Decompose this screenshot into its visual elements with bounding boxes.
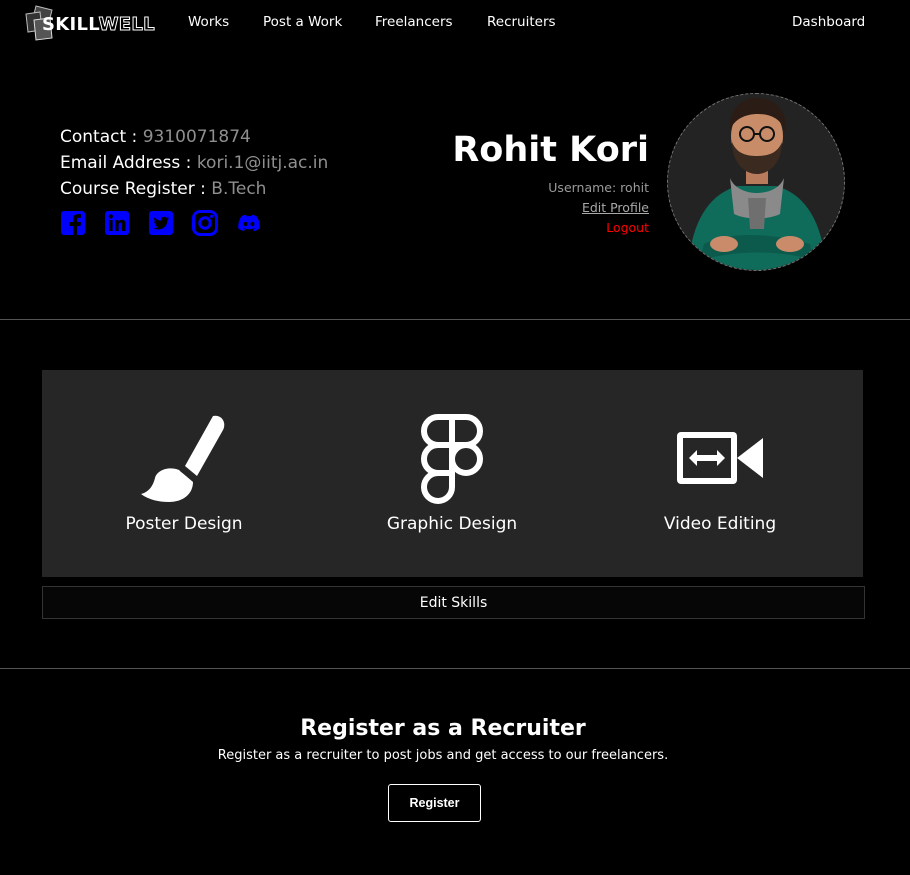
- skillwell-logo[interactable]: SKILLWELL: [22, 4, 156, 42]
- course-value: B.Tech: [211, 179, 267, 199]
- course-label: Course Register :: [60, 179, 206, 199]
- register-button[interactable]: Register: [388, 784, 481, 822]
- skill-label: Video Editing: [663, 514, 777, 534]
- discord-icon[interactable]: [236, 210, 262, 236]
- logout-link[interactable]: Logout: [606, 220, 649, 235]
- video-resize-icon: [677, 432, 763, 484]
- profile-username: Username: rohit: [548, 180, 649, 195]
- avatar-photo-icon: [668, 94, 844, 270]
- profile-name: Rohit Kori: [452, 130, 649, 170]
- contact-label: Contact :: [60, 127, 138, 147]
- email-value: kori.1@iitj.ac.in: [196, 153, 329, 173]
- nav-link-recruiters[interactable]: Recruiters: [487, 14, 556, 30]
- nav-link-works[interactable]: Works: [188, 14, 229, 30]
- profile-details: Contact : 9310071874 Email Address : kor…: [60, 124, 328, 202]
- nav-link-freelancers[interactable]: Freelancers: [375, 14, 453, 30]
- figma-icon: [421, 414, 483, 504]
- twitter-icon[interactable]: [148, 210, 174, 236]
- skills-panel: Poster Design Graphic Design Video Editi…: [42, 370, 863, 577]
- email-label: Email Address :: [60, 153, 192, 173]
- linkedin-icon[interactable]: [104, 210, 130, 236]
- avatar: [667, 93, 845, 271]
- skill-label: Graphic Design: [386, 514, 518, 534]
- section-divider: [0, 319, 910, 320]
- contact-value: 9310071874: [142, 127, 251, 147]
- course-row: Course Register : B.Tech: [60, 176, 328, 202]
- register-title: Register as a Recruiter: [300, 716, 586, 741]
- skill-graphic-design: Graphic Design: [352, 414, 552, 534]
- register-description: Register as a recruiter to post jobs and…: [217, 748, 669, 763]
- skill-video-editing: Video Editing: [620, 414, 820, 534]
- skill-poster-design: Poster Design: [84, 414, 284, 534]
- paintbrush-icon: [141, 415, 225, 502]
- skill-label: Poster Design: [125, 514, 243, 534]
- social-links: [60, 210, 262, 236]
- section-divider: [0, 668, 910, 669]
- facebook-icon[interactable]: [60, 210, 86, 236]
- nav-link-post-a-work[interactable]: Post a Work: [263, 14, 342, 30]
- edit-profile-link[interactable]: Edit Profile: [582, 200, 649, 215]
- edit-skills-button[interactable]: Edit Skills: [42, 586, 865, 619]
- instagram-icon[interactable]: [192, 210, 218, 236]
- contact-row: Contact : 9310071874: [60, 124, 328, 150]
- nav-link-dashboard[interactable]: Dashboard: [792, 14, 865, 30]
- email-row: Email Address : kori.1@iitj.ac.in: [60, 150, 328, 176]
- top-navbar: SKILLWELL Works Post a Work Freelancers …: [0, 0, 910, 46]
- logo-text: SKILLWELL: [42, 14, 155, 36]
